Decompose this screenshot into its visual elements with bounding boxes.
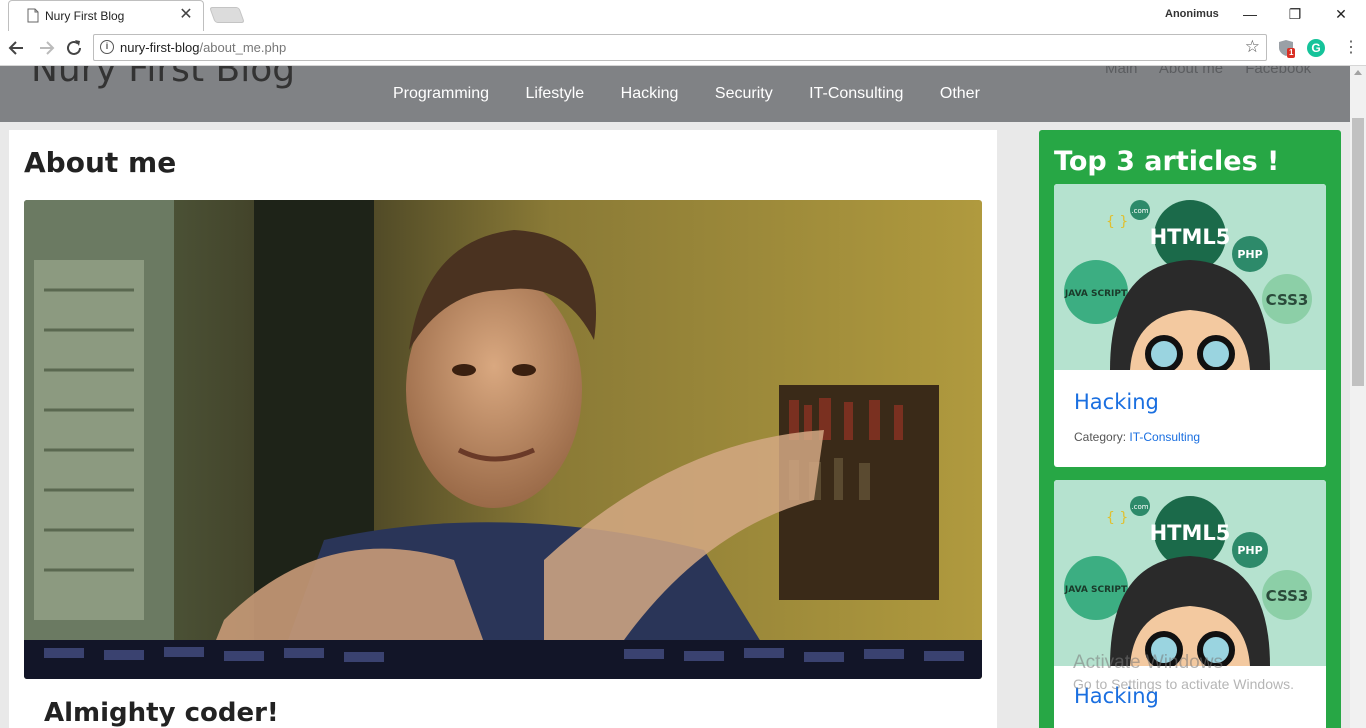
- page-favicon: [27, 8, 39, 23]
- thumb-php-label: PHP: [1237, 248, 1262, 261]
- top-nav-main[interactable]: Main: [1105, 66, 1138, 77]
- nav-programming[interactable]: Programming: [393, 85, 489, 102]
- top-nav: Main About me Facebook: [1105, 66, 1329, 77]
- close-window-button[interactable]: ✕: [1319, 2, 1363, 28]
- tab-title: Nury First Blog: [45, 9, 125, 23]
- scrollbar-thumb[interactable]: [1352, 118, 1364, 386]
- nav-it-consulting[interactable]: IT-Consulting: [809, 85, 903, 102]
- new-tab-button[interactable]: [209, 7, 245, 23]
- address-bar[interactable]: i nury-first-blog/about_me.php ☆: [93, 34, 1267, 61]
- browser-tab[interactable]: Nury First Blog ✕: [8, 0, 204, 31]
- url-text[interactable]: nury-first-blog/about_me.php: [120, 40, 286, 55]
- thumb-braces-label: { }: [1106, 214, 1128, 230]
- article-thumbnail: HTML5 PHP CSS3 JAVA SCRIPT .com { }: [1054, 184, 1326, 370]
- browser-toolbar: i nury-first-blog/about_me.php ☆ 1 G ⋮: [0, 31, 1366, 66]
- windows-activation-watermark: Activate Windows Go to Settings to activ…: [1073, 652, 1294, 692]
- page-viewport: Nury First Blog Main About me Facebook P…: [0, 66, 1350, 728]
- info-icon[interactable]: i: [100, 40, 114, 54]
- profile-name[interactable]: Anonimus: [1165, 8, 1219, 20]
- site-header: Nury First Blog Main About me Facebook P…: [0, 66, 1350, 122]
- reload-icon[interactable]: [63, 37, 85, 59]
- main-nav: Programming Lifestyle Hacking Security I…: [393, 85, 1012, 103]
- nav-security[interactable]: Security: [715, 85, 773, 102]
- watermark-line-2: Go to Settings to activate Windows.: [1073, 676, 1294, 692]
- category-link[interactable]: IT-Consulting: [1129, 430, 1200, 444]
- minimize-button[interactable]: —: [1228, 2, 1272, 28]
- hero-image: [24, 200, 982, 679]
- thumb-html5-label: HTML5: [1150, 225, 1231, 249]
- main-content: About me Almighty coder!: [9, 130, 997, 728]
- article-title[interactable]: Hacking: [1074, 390, 1159, 414]
- nav-lifestyle[interactable]: Lifestyle: [525, 85, 584, 102]
- top-nav-facebook[interactable]: Facebook: [1245, 66, 1311, 77]
- thumb-com-label: .com: [1131, 207, 1148, 215]
- post-subheading: Almighty coder!: [44, 698, 279, 728]
- tab-strip: Nury First Blog ✕ Anonimus — ❐ ✕: [0, 0, 1366, 31]
- article-thumbnail: HTML5 PHP CSS3 JAVA SCRIPT .com { }: [1054, 480, 1326, 666]
- article-card[interactable]: HTML5 PHP CSS3 JAVA SCRIPT .com { } Hack…: [1054, 184, 1326, 467]
- scroll-up-arrow-icon[interactable]: [1354, 70, 1362, 75]
- thumb-com-label: .com: [1131, 503, 1148, 511]
- nav-hacking[interactable]: Hacking: [621, 85, 679, 102]
- tab-close-icon[interactable]: ✕: [177, 5, 195, 25]
- back-arrow-icon[interactable]: [6, 37, 28, 59]
- nav-other[interactable]: Other: [940, 85, 980, 102]
- article-category: Category: IT-Consulting: [1074, 430, 1201, 444]
- watermark-line-1: Activate Windows: [1073, 652, 1223, 673]
- extension-badge: 1: [1287, 48, 1296, 58]
- thumb-braces-label: { }: [1106, 510, 1128, 526]
- thumb-js-label: JAVA SCRIPT: [1064, 289, 1128, 299]
- thumb-php-label: PHP: [1237, 544, 1262, 557]
- sidebar-heading: Top 3 articles !: [1054, 146, 1280, 177]
- menu-dots-icon[interactable]: ⋮: [1343, 38, 1359, 58]
- grammarly-icon[interactable]: G: [1307, 39, 1325, 57]
- top-nav-about-me[interactable]: About me: [1159, 66, 1223, 77]
- forward-arrow-icon[interactable]: [35, 37, 57, 59]
- page-heading: About me: [24, 146, 177, 179]
- thumb-css3-label: CSS3: [1266, 291, 1309, 309]
- restore-button[interactable]: ❐: [1273, 2, 1317, 28]
- top-articles-sidebar: Top 3 articles ! HTML5 PHP CSS3 JAVA SCR…: [1039, 130, 1341, 728]
- star-icon[interactable]: ☆: [1245, 37, 1260, 57]
- page-scrollbar[interactable]: [1350, 66, 1366, 728]
- thumb-js-label: JAVA SCRIPT: [1064, 585, 1128, 595]
- site-title[interactable]: Nury First Blog: [31, 66, 295, 90]
- thumb-css3-label: CSS3: [1266, 587, 1309, 605]
- thumb-html5-label: HTML5: [1150, 521, 1231, 545]
